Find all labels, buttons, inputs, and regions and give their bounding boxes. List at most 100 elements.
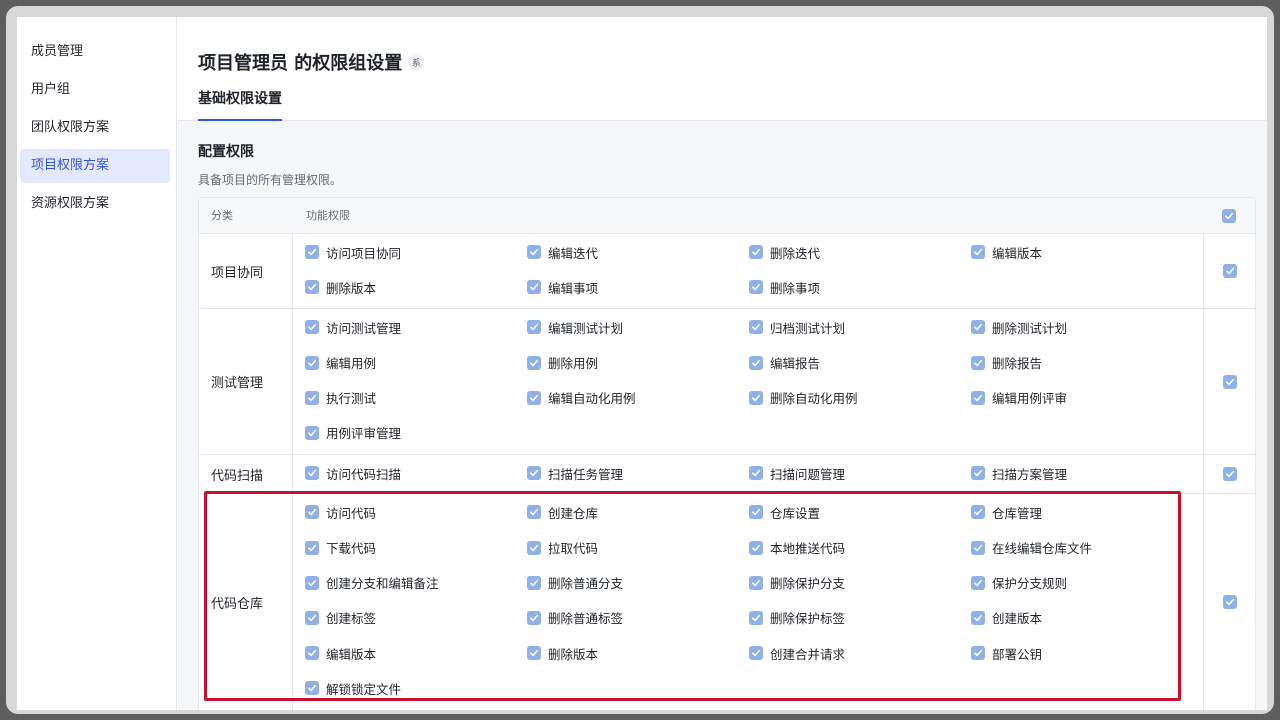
permission-checkbox[interactable] <box>749 646 763 661</box>
permission-checkbox[interactable] <box>971 610 985 625</box>
permission-checkbox[interactable] <box>749 245 763 259</box>
permission-item[interactable]: 部署公钥 <box>971 643 1042 663</box>
permission-checkbox[interactable] <box>971 466 985 481</box>
permission-item[interactable]: 下载代码 <box>305 538 376 558</box>
permission-item[interactable]: 访问项目协同 <box>305 242 401 262</box>
select-all-checkbox[interactable] <box>1222 208 1236 223</box>
permission-item[interactable]: 保护分支规则 <box>971 573 1067 593</box>
permission-item[interactable]: 创建合并请求 <box>749 643 845 663</box>
permission-checkbox[interactable] <box>971 320 985 335</box>
permission-item[interactable]: 扫描任务管理 <box>527 463 623 483</box>
permission-item[interactable]: 编辑自动化用例 <box>527 388 636 408</box>
permission-item[interactable]: 删除普通分支 <box>527 573 623 593</box>
permission-checkbox[interactable] <box>971 540 985 555</box>
permission-checkbox[interactable] <box>305 505 319 520</box>
permission-item[interactable]: 删除迭代 <box>749 242 820 262</box>
permission-item[interactable]: 删除普通标签 <box>527 608 623 628</box>
row-select-checkbox[interactable] <box>1222 595 1237 610</box>
permission-item[interactable]: 在线编辑仓库文件 <box>971 538 1092 558</box>
permission-checkbox[interactable] <box>305 575 319 590</box>
permission-checkbox[interactable] <box>527 355 541 370</box>
permission-checkbox[interactable] <box>305 540 319 555</box>
permission-item[interactable]: 编辑用例评审 <box>971 388 1067 408</box>
permission-checkbox[interactable] <box>527 390 541 405</box>
permission-checkbox[interactable] <box>971 245 985 259</box>
permission-checkbox[interactable] <box>527 280 541 295</box>
row-select-checkbox[interactable] <box>1222 467 1237 482</box>
permission-checkbox[interactable] <box>749 610 763 625</box>
permission-item[interactable]: 删除报告 <box>971 353 1042 373</box>
permission-item[interactable]: 创建分支和编辑备注 <box>305 573 439 593</box>
permission-checkbox[interactable] <box>971 505 985 520</box>
permission-checkbox[interactable] <box>305 610 319 625</box>
permission-checkbox[interactable] <box>749 505 763 520</box>
permission-checkbox[interactable] <box>749 575 763 590</box>
permission-checkbox[interactable] <box>305 320 319 335</box>
row-select-checkbox[interactable] <box>1222 264 1237 279</box>
permission-item[interactable]: 编辑报告 <box>749 353 820 373</box>
permission-checkbox[interactable] <box>971 355 985 370</box>
permission-item[interactable]: 解锁锁定文件 <box>305 678 401 698</box>
permission-item[interactable]: 创建标签 <box>305 608 376 628</box>
permission-item[interactable]: 创建仓库 <box>527 502 598 522</box>
permission-item[interactable]: 删除版本 <box>527 643 598 663</box>
permission-checkbox[interactable] <box>305 646 319 661</box>
permission-item[interactable]: 编辑版本 <box>305 643 376 663</box>
permission-item[interactable]: 删除自动化用例 <box>749 388 858 408</box>
permission-checkbox[interactable] <box>749 320 763 335</box>
permission-checkbox[interactable] <box>749 466 763 481</box>
permission-checkbox[interactable] <box>749 355 763 370</box>
permission-item[interactable]: 仓库设置 <box>749 502 820 522</box>
permission-item[interactable]: 拉取代码 <box>527 538 598 558</box>
permission-checkbox[interactable] <box>527 320 541 335</box>
permission-checkbox[interactable] <box>527 540 541 555</box>
permission-checkbox[interactable] <box>971 575 985 590</box>
permission-checkbox[interactable] <box>527 646 541 661</box>
permission-item[interactable]: 编辑版本 <box>971 242 1042 262</box>
permission-item[interactable]: 访问代码 <box>305 502 376 522</box>
sidebar-item-team-permission-scheme[interactable]: 团队权限方案 <box>20 111 170 145</box>
permission-checkbox[interactable] <box>749 390 763 405</box>
permission-item[interactable]: 访问代码扫描 <box>305 463 401 483</box>
permission-checkbox[interactable] <box>971 646 985 661</box>
permission-item[interactable]: 删除测试计划 <box>971 317 1067 337</box>
permission-item[interactable]: 删除用例 <box>527 353 598 373</box>
permission-checkbox[interactable] <box>305 245 319 259</box>
permission-checkbox[interactable] <box>305 355 319 370</box>
sidebar-item-user-groups[interactable]: 用户组 <box>20 73 170 107</box>
permission-checkbox[interactable] <box>305 390 319 405</box>
permission-item[interactable]: 扫描方案管理 <box>971 463 1067 483</box>
permission-item[interactable]: 用例评审管理 <box>305 423 401 443</box>
permission-item[interactable]: 本地推送代码 <box>749 538 845 558</box>
permission-item[interactable]: 创建版本 <box>971 608 1042 628</box>
permission-item[interactable]: 删除保护标签 <box>749 608 845 628</box>
sidebar-item-members[interactable]: 成员管理 <box>20 35 170 69</box>
tab-basic-permission-settings[interactable]: 基础权限设置 <box>198 83 282 121</box>
sidebar-item-project-permission-scheme[interactable]: 项目权限方案 <box>20 149 170 183</box>
permission-checkbox[interactable] <box>527 610 541 625</box>
permission-checkbox[interactable] <box>305 280 319 295</box>
permission-item[interactable]: 删除版本 <box>305 277 376 297</box>
permission-checkbox[interactable] <box>971 390 985 405</box>
row-select-checkbox[interactable] <box>1222 374 1237 389</box>
permission-checkbox[interactable] <box>527 505 541 520</box>
permission-item[interactable]: 编辑用例 <box>305 353 376 373</box>
permission-checkbox[interactable] <box>527 575 541 590</box>
permission-item[interactable]: 归档测试计划 <box>749 317 845 337</box>
permission-checkbox[interactable] <box>527 466 541 481</box>
permission-item[interactable]: 访问测试管理 <box>305 317 401 337</box>
permission-checkbox[interactable] <box>305 466 319 481</box>
permission-item[interactable]: 扫描问题管理 <box>749 463 845 483</box>
permission-checkbox[interactable] <box>749 280 763 295</box>
permission-item[interactable]: 编辑测试计划 <box>527 317 623 337</box>
permission-item[interactable]: 仓库管理 <box>971 502 1042 522</box>
permission-item[interactable]: 执行测试 <box>305 388 376 408</box>
permission-item[interactable]: 编辑事项 <box>527 277 598 297</box>
permission-item[interactable]: 编辑迭代 <box>527 242 598 262</box>
permission-checkbox[interactable] <box>305 425 319 440</box>
sidebar-item-resource-permission-scheme[interactable]: 资源权限方案 <box>20 187 170 221</box>
permission-checkbox[interactable] <box>305 681 319 696</box>
permission-item[interactable]: 删除保护分支 <box>749 573 845 593</box>
permission-checkbox[interactable] <box>527 245 541 259</box>
permission-checkbox[interactable] <box>749 540 763 555</box>
